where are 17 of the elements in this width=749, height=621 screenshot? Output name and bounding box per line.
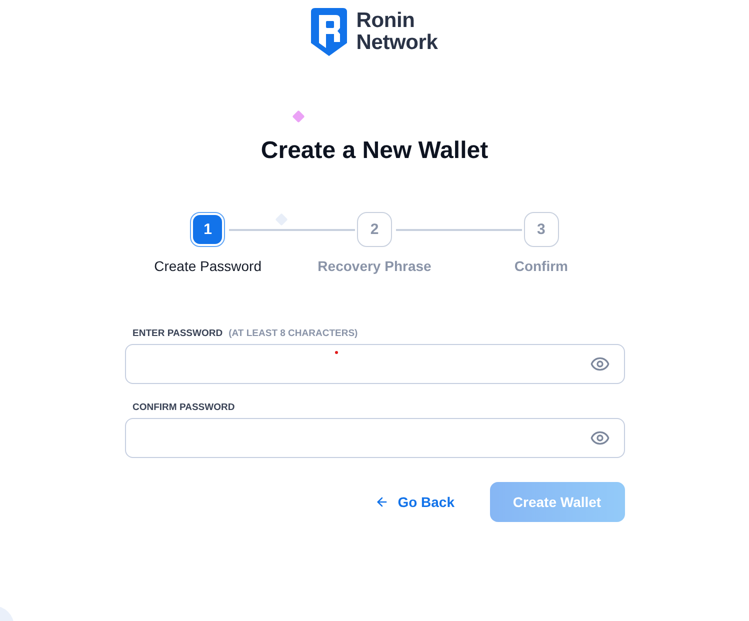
shield-logo-icon — [311, 8, 348, 56]
field-label: ENTER PASSWORD — [132, 328, 223, 340]
password-field[interactable] — [124, 418, 624, 458]
field-hint: (AT LEAST 8 CHARACTERS) — [228, 328, 358, 340]
logo-text: Ronin — [356, 10, 416, 32]
step-number: 3 — [524, 212, 559, 247]
step-number: 2 — [356, 212, 392, 247]
back-button[interactable]: Go Back — [372, 490, 456, 514]
step-label: Recovery Phrase — [318, 257, 432, 275]
page-title: Create a New Wallet — [260, 136, 488, 166]
dot-icon — [334, 351, 338, 354]
logo-text: Network — [356, 32, 438, 54]
step-label: Confirm — [514, 257, 568, 275]
password-field[interactable] — [124, 344, 624, 384]
step-label: Create Password — [154, 257, 262, 275]
step-number: 1 — [190, 212, 226, 247]
field-label: CONFIRM PASSWORD — [132, 402, 235, 414]
